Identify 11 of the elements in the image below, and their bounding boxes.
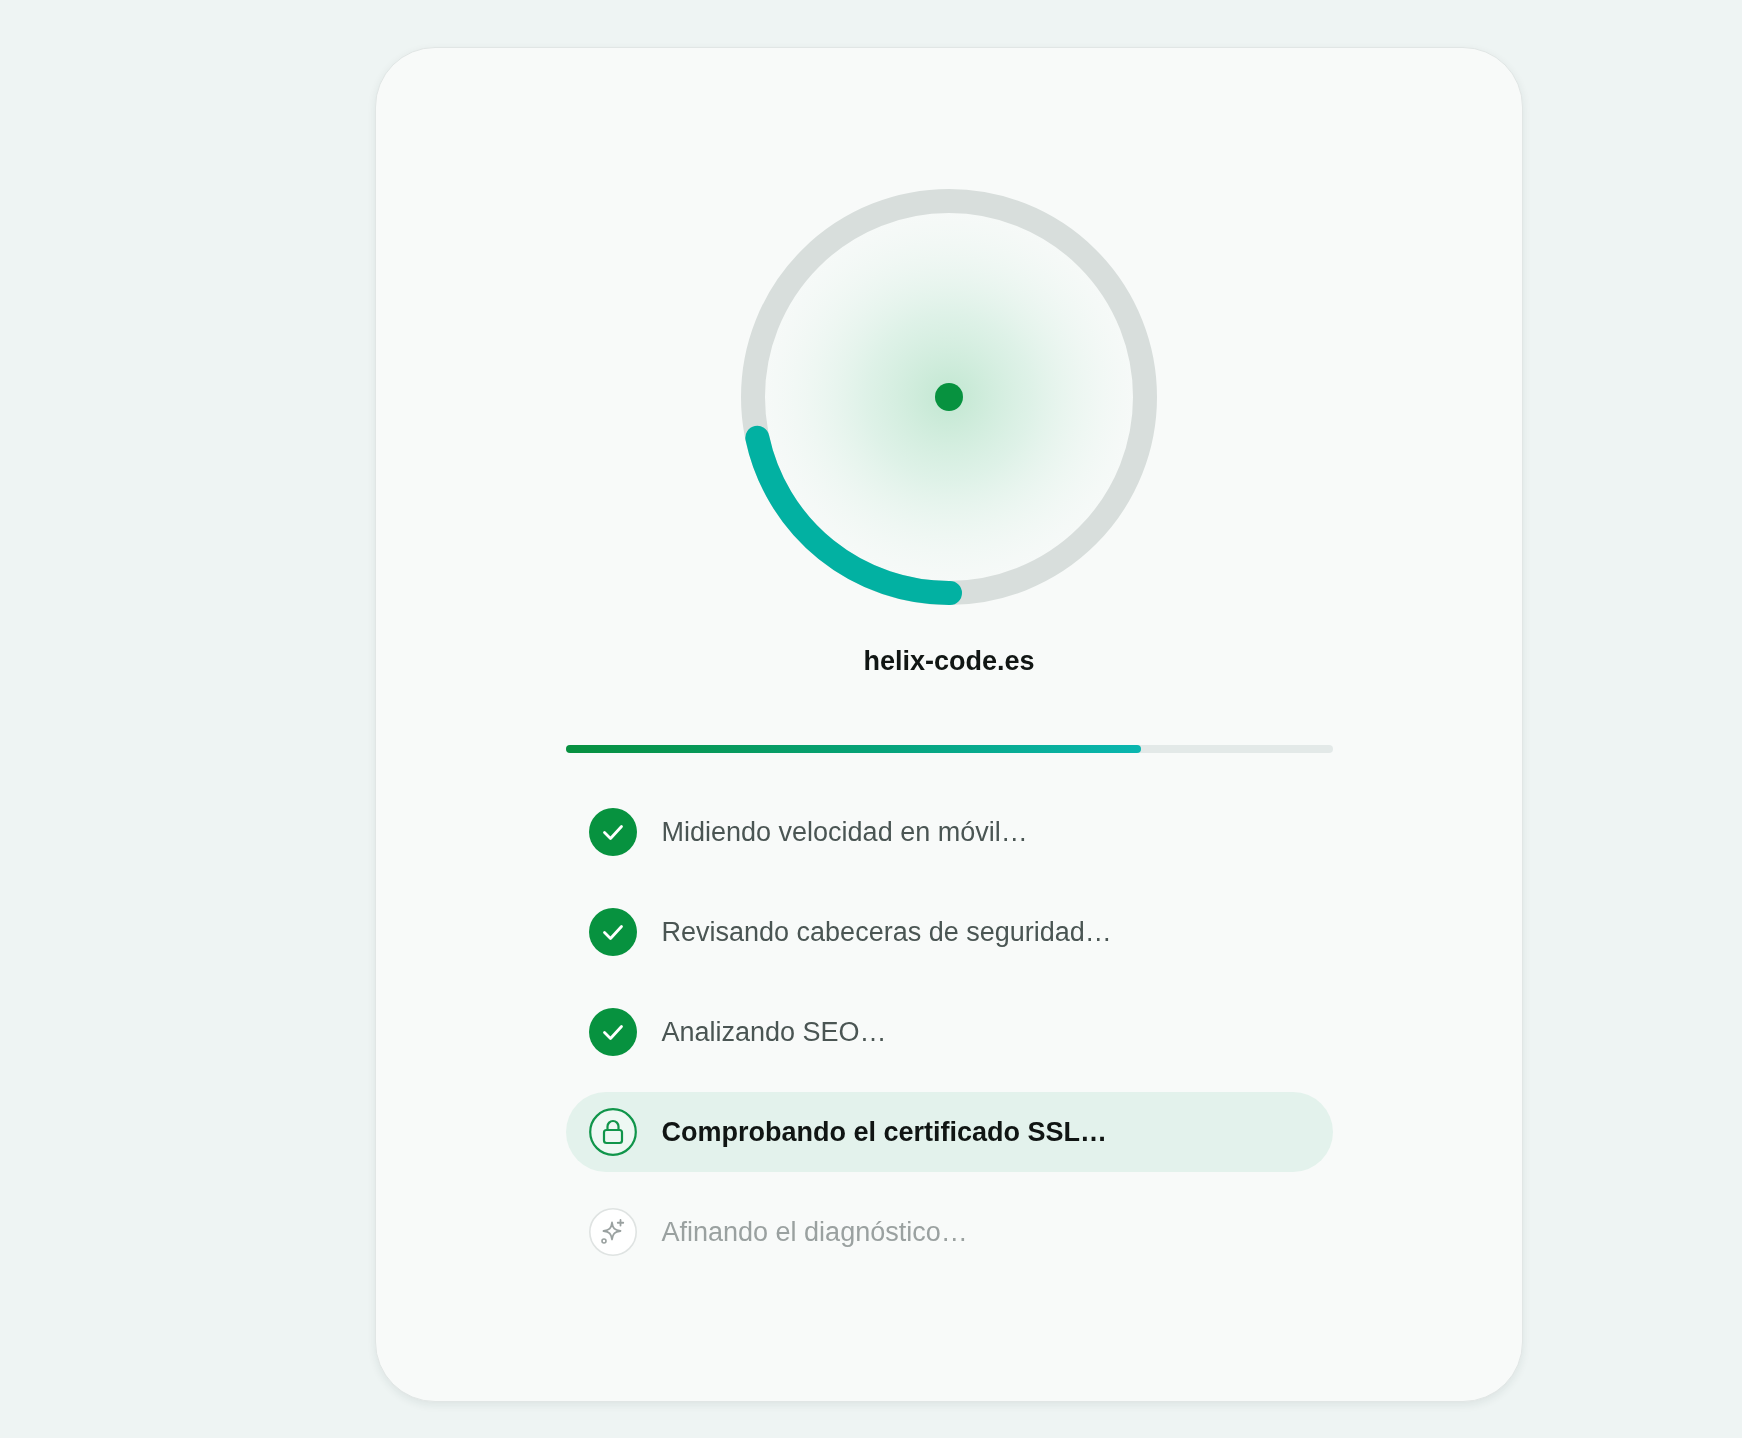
- lock-icon: [588, 1108, 637, 1156]
- step-label: Revisando cabeceras de seguridad…: [661, 916, 1112, 948]
- step-label: Comprobando el certificado SSL…: [661, 1116, 1108, 1148]
- check-icon: [588, 908, 637, 956]
- website-domain: helix-code.es: [863, 645, 1035, 677]
- check-icon: [588, 1008, 637, 1056]
- check-icon: [588, 808, 637, 856]
- step-label: Afinando el diagnóstico…: [661, 1216, 968, 1248]
- step-label: Midiendo velocidad en móvil…: [661, 816, 1028, 848]
- sparkle-icon: [588, 1208, 637, 1256]
- step-label: Analizando SEO…: [661, 1016, 887, 1048]
